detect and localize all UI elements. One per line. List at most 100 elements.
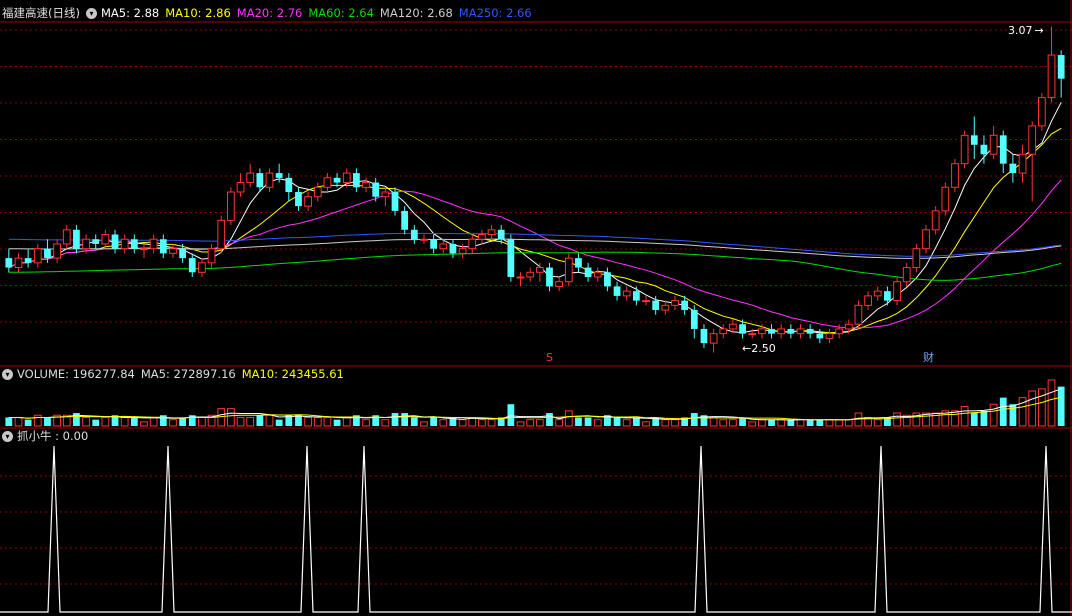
event-marker-left[interactable]: S [546,351,553,364]
candle-body [149,238,158,250]
event-marker-right[interactable]: 财 [923,349,934,365]
ma-label-0: MA5: 2.88 [100,6,160,20]
volume-bar [323,416,332,427]
candle-body [642,300,650,303]
volume-bar [1009,404,1017,426]
volume-bar [893,412,901,427]
settings-toggle-icon[interactable]: ▾ [85,7,97,19]
candle-body [478,234,486,240]
volume-bar [835,419,843,427]
volume-toggle-icon[interactable]: ▾ [2,368,13,380]
volume-bar [275,419,283,426]
ma-label-1: MA10: 2.86 [165,6,231,20]
ma-label-5: MA250: 2.66 [458,6,532,20]
candle-body [111,234,119,249]
ma-label-3: MA60: 2.64 [308,6,374,20]
candle-body [835,328,843,335]
candle-body [468,238,477,250]
volume-bar [458,419,467,427]
candle-body [748,333,757,336]
candle-body [207,248,216,264]
volume-bar [101,416,110,427]
volume-bar [304,416,312,427]
candle-body [777,328,786,335]
candle-body [1009,163,1017,174]
volume-bar [401,413,409,426]
candle-body [246,172,255,184]
volume-bar [622,419,631,427]
volume-bar [690,413,698,426]
indicator-panel-header: ▾ 抓小牛 : 0.00 [2,428,94,444]
indicator-toggle-icon[interactable]: ▾ [2,430,13,442]
candle-body [497,229,505,240]
candle-body [92,239,100,244]
grid-lines [0,0,1072,616]
volume-bar [661,419,670,427]
volume-bar [844,419,853,427]
low-price-label: ←2.50 [742,342,776,355]
volume-bar [82,416,90,427]
candle-body [381,191,390,198]
candle-body [632,291,640,301]
candle-body [1028,125,1037,155]
volume-bar [227,408,235,427]
volume-bar [391,413,399,426]
candle-body [265,172,274,188]
candle-body [420,238,428,241]
candle-body [546,267,553,287]
stock-chart [0,0,1072,616]
candle-body [970,135,978,145]
price-panel-header: 福建高速(日线) ▾ MA5: 2.88 MA10: 2.86 MA20: 2.76… [2,5,544,21]
candle-body [564,257,573,283]
candle-body [33,248,42,264]
volume-bar [507,404,515,426]
candle-body [758,328,766,335]
candle-body [487,229,496,235]
candle-body [188,258,196,273]
candle-body [535,267,544,273]
volume-bar [575,417,582,426]
volume-bar [92,419,100,426]
volume-bar [729,419,737,427]
volume-bar [381,419,390,427]
candle-body [922,229,930,250]
candle-body [816,333,824,339]
volume-bar [295,415,302,426]
candle-body [159,239,167,254]
candle-body [690,310,698,329]
ma-label-4: MA120: 2.68 [379,6,453,20]
candle-body [671,300,679,306]
volume-bar [787,419,795,426]
candle-body [333,177,341,183]
volume-bar [1037,388,1046,427]
candle-body [902,267,911,283]
moving-average-lines [8,102,1062,335]
volume-bars [5,379,1065,427]
candle-body [1047,54,1056,99]
indicator-line [0,445,1072,613]
candle-body [516,276,525,279]
candle-body [941,186,950,212]
volume-bar [33,414,42,427]
volume-bar [1028,390,1037,427]
candle-body [285,177,293,192]
volume-bar [420,421,428,427]
candle-body [101,234,110,245]
volume-bar [535,419,544,427]
candle-body [372,182,380,197]
candle-body [980,144,988,155]
volume-bar [709,416,718,427]
candle-body [62,229,71,245]
candle-body [14,257,23,269]
volume-bar [333,419,341,426]
candle-body [854,304,863,325]
candle-body [179,248,186,259]
candle-body [912,248,921,269]
candle-body [729,323,737,330]
candle-body [353,173,360,188]
volume-bar [256,415,264,426]
volume-bar [873,419,882,427]
stock-name: 福建高速(日线) [2,6,80,20]
candle-body [700,328,708,344]
candle-body [401,210,409,230]
